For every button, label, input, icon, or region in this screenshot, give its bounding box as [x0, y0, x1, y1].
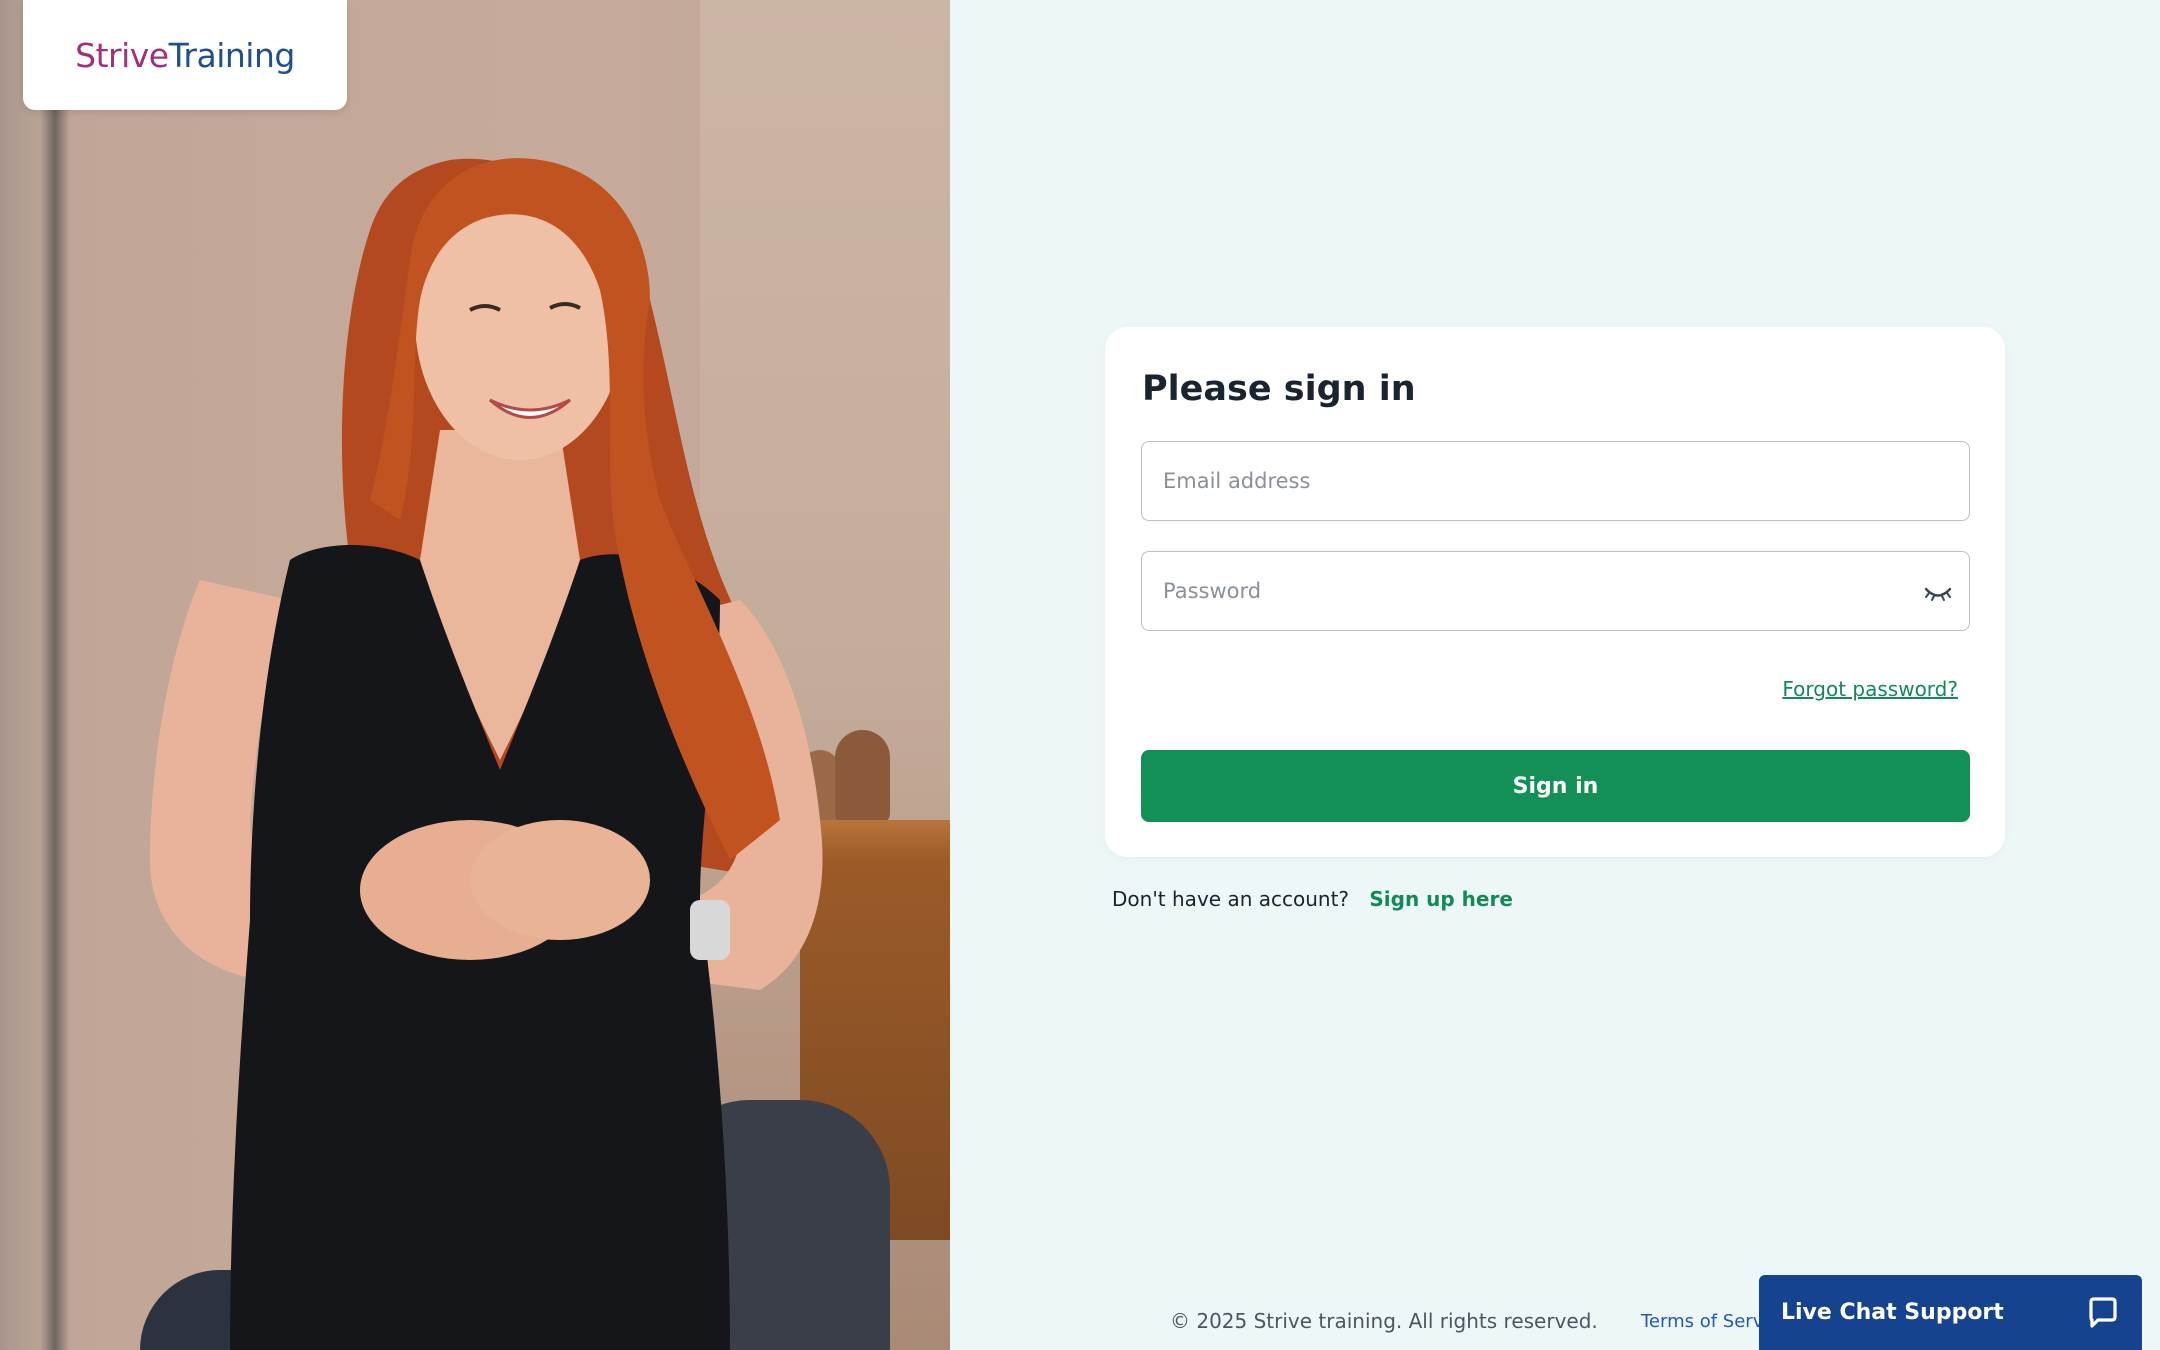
logo-strive-text: Strive [75, 35, 169, 75]
strive-training-logo: StriveTraining [75, 36, 295, 75]
photo-person [150, 158, 823, 1350]
hero-photo [0, 0, 950, 1350]
signup-row: Don't have an account? Sign up here [1112, 887, 1513, 911]
sign-up-link[interactable]: Sign up here [1369, 887, 1513, 911]
eye-closed-icon[interactable] [1923, 578, 1953, 606]
live-chat-label: Live Chat Support [1781, 1300, 2004, 1325]
page-title: Please sign in [1142, 369, 1416, 409]
password-field[interactable] [1142, 552, 1969, 630]
email-field-wrapper [1141, 441, 1970, 521]
signin-card: Please sign in Forgot password? Sign in [1105, 327, 2005, 857]
forgot-password-link[interactable]: Forgot password? [1782, 677, 1958, 701]
live-chat-button[interactable]: Live Chat Support [1759, 1275, 2142, 1350]
terms-of-service-link[interactable]: Terms of Servi [1641, 1311, 1768, 1332]
password-field-wrapper [1141, 551, 1970, 631]
chat-bubble-icon [2089, 1296, 2117, 1328]
sign-in-button[interactable]: Sign in [1141, 750, 1970, 822]
logo-card[interactable]: StriveTraining [23, 0, 347, 110]
email-field[interactable] [1142, 442, 1969, 520]
signup-prompt: Don't have an account? [1112, 887, 1350, 911]
footer-copyright: © 2025 Strive training. All rights reser… [1170, 1309, 1598, 1333]
logo-training-text: Training [168, 35, 296, 75]
